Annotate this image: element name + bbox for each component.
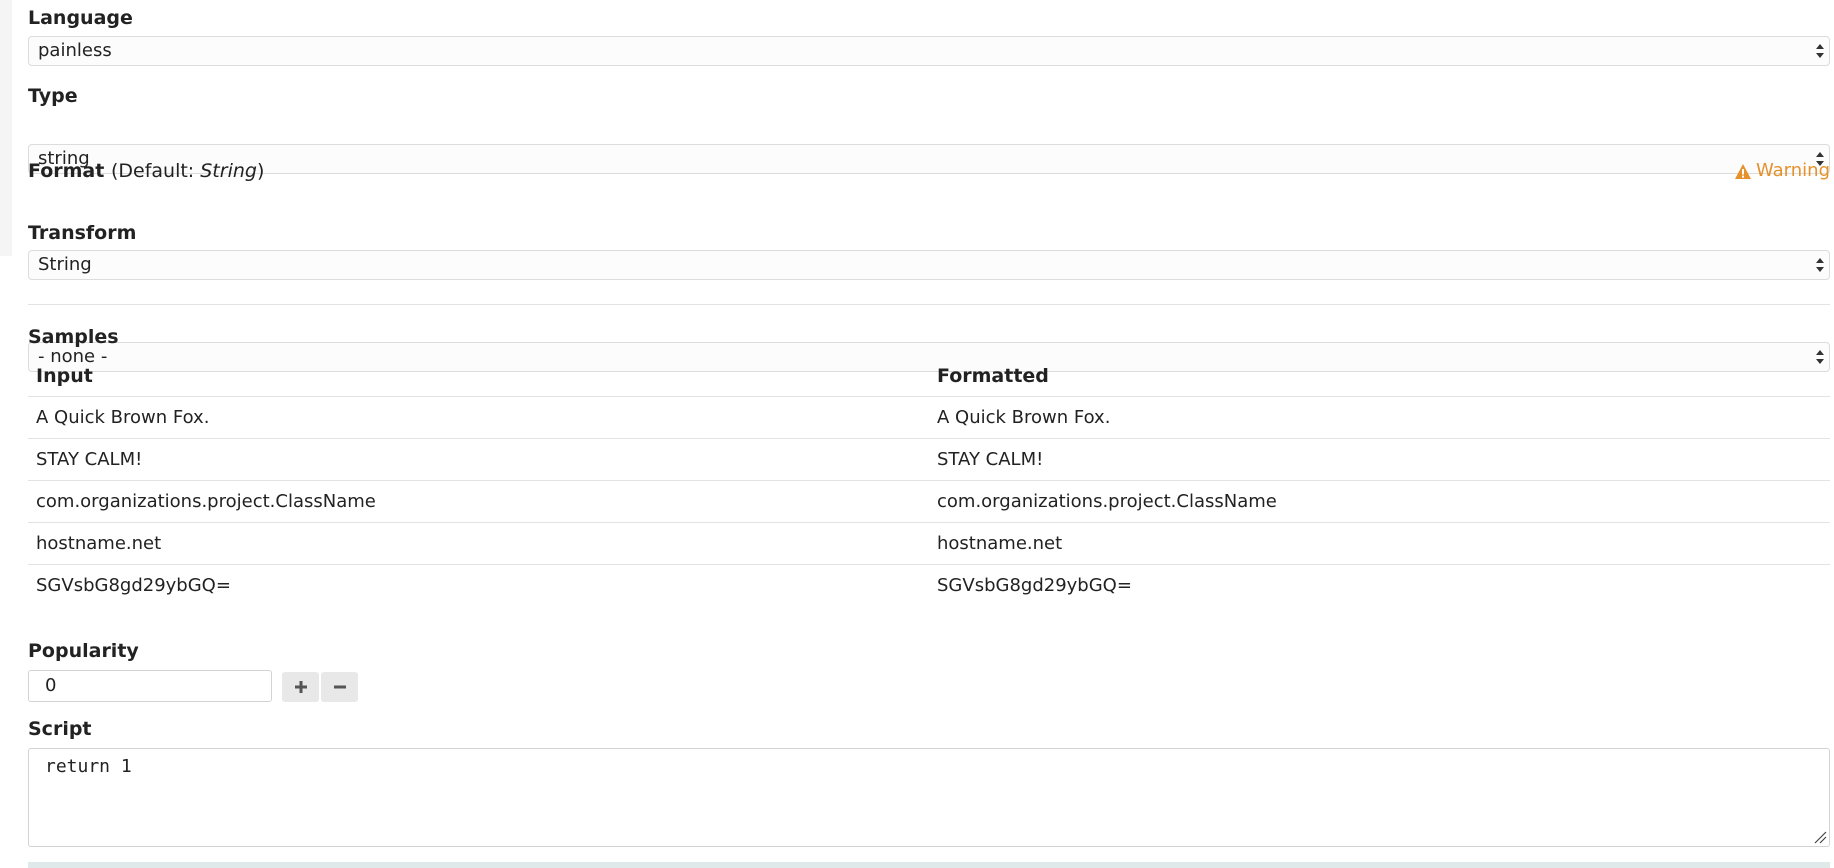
table-row: A Quick Brown Fox. A Quick Brown Fox.	[28, 396, 1830, 439]
section-divider	[28, 304, 1830, 305]
transform-label: Transform	[28, 222, 137, 244]
decrement-button[interactable]	[321, 672, 358, 702]
script-label: Script	[28, 718, 92, 740]
language-select-value: painless	[38, 40, 112, 61]
table-row: com.organizations.project.ClassName com.…	[28, 480, 1830, 523]
warning-label: Warning	[1755, 160, 1830, 181]
format-default-value: String	[200, 160, 257, 182]
sample-input-cell: A Quick Brown Fox.	[28, 396, 929, 439]
script-editor[interactable]: return 1	[28, 748, 1830, 847]
script-text: return 1	[45, 756, 132, 777]
sample-input-cell: com.organizations.project.ClassName	[28, 480, 929, 523]
minus-icon	[333, 685, 346, 689]
sample-formatted-cell: com.organizations.project.ClassName	[929, 480, 1830, 523]
bottom-action-bar	[28, 862, 1830, 868]
language-label: Language	[28, 7, 133, 29]
sample-formatted-cell: STAY CALM!	[929, 438, 1830, 481]
plus-icon	[294, 681, 307, 693]
sample-input-cell: SGVsbG8gd29ybGQ=	[36, 575, 231, 596]
formatted-column-header: Formatted	[929, 356, 1830, 397]
warning-icon	[1734, 163, 1751, 179]
input-column-header: Input	[28, 356, 929, 397]
language-select[interactable]: painless	[28, 36, 1830, 66]
left-edge-panel	[0, 0, 12, 256]
popularity-label: Popularity	[28, 640, 139, 662]
type-field: Type	[28, 85, 1830, 107]
table-row: hostname.net hostname.net	[28, 522, 1830, 565]
format-label-row: Format (Default: String)	[28, 160, 1830, 182]
format-select[interactable]: String	[28, 250, 1830, 280]
format-warning[interactable]: Warning	[1734, 160, 1830, 182]
samples-section: Samples	[28, 326, 1830, 348]
type-label: Type	[28, 85, 78, 107]
language-field: Language	[28, 7, 1830, 29]
table-row: STAY CALM! STAY CALM!	[28, 438, 1830, 481]
popularity-field: Popularity	[28, 640, 1830, 662]
field-editor-form: Language painless Type string Format (De…	[28, 0, 1830, 847]
samples-table: Input Formatted A Quick Brown Fox. A Qui…	[28, 356, 1830, 606]
resize-handle-icon[interactable]	[1813, 830, 1827, 844]
samples-header-row: Input Formatted	[28, 356, 1830, 397]
sample-input-cell: STAY CALM!	[28, 438, 929, 481]
select-arrows-icon	[1816, 258, 1824, 272]
format-select-value: String	[38, 254, 92, 275]
format-default-prefix: (Default:	[110, 160, 201, 182]
script-field: Script	[28, 718, 1830, 740]
sample-formatted-cell: SGVsbG8gd29ybGQ=	[937, 575, 1132, 596]
transform-field: Transform	[28, 222, 1830, 244]
sample-formatted-cell: hostname.net	[929, 522, 1830, 565]
popularity-input[interactable]: 0	[28, 670, 272, 702]
format-field: Format (Default: String) Warning	[28, 160, 1830, 182]
format-label: Format	[28, 160, 105, 182]
select-arrows-icon	[1816, 44, 1824, 58]
sample-formatted-cell: A Quick Brown Fox.	[929, 396, 1830, 439]
table-row: SGVsbG8gd29ybGQ= SGVsbG8gd29ybGQ=	[28, 565, 1830, 607]
sample-input-cell: hostname.net	[28, 522, 929, 565]
format-default-suffix: )	[256, 160, 265, 182]
increment-button[interactable]	[282, 672, 319, 702]
samples-title: Samples	[28, 326, 119, 348]
